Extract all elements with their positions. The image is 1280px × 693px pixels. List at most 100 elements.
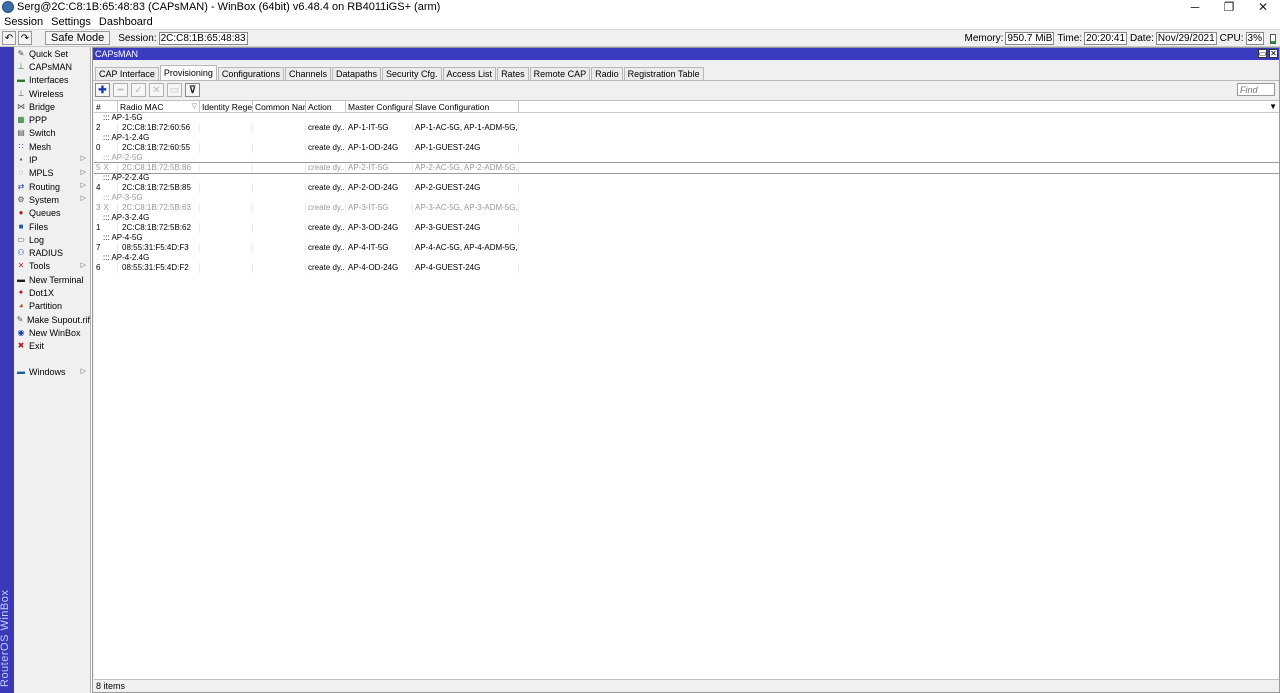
- cell-master-configuration: AP-4-IT-5G: [346, 243, 413, 253]
- menu-settings[interactable]: Settings: [47, 16, 95, 28]
- sidebar-item-files[interactable]: ■ Files: [14, 220, 90, 233]
- cpu-meter-fill: [1271, 40, 1275, 43]
- group-comment-row: ::: AP-3-2.4G: [103, 213, 150, 222]
- menu-dashboard[interactable]: Dashboard: [95, 16, 157, 28]
- item-count: 8 items: [96, 681, 126, 691]
- tab-remote-cap[interactable]: Remote CAP: [529, 67, 591, 80]
- tab-cap-interface[interactable]: CAP Interface: [95, 67, 159, 80]
- sidebar: ✎ Quick Set ⊥ CAPsMAN ▬ Interfaces ⊥ Wireless ⋈ B…: [14, 47, 91, 693]
- sidebar-item-radius[interactable]: ⚇ RADIUS: [14, 246, 90, 259]
- sidebar-item-capsman[interactable]: ⊥ CAPsMAN: [14, 60, 90, 73]
- table-row[interactable]: 3 X 2C:C8:1B:72:5B:63 create dy... AP-3-IT-5…: [94, 203, 1279, 213]
- sidebar-item-mpls[interactable]: ◌ MPLS ▷: [14, 167, 90, 180]
- redo-button[interactable]: ↷: [18, 31, 32, 45]
- row-disabled-flag: X: [103, 203, 109, 212]
- sidebar-item-system[interactable]: ⚙ System ▷: [14, 193, 90, 206]
- safe-mode-button[interactable]: Safe Mode: [45, 31, 111, 45]
- enable-icon[interactable]: ✓: [131, 83, 146, 97]
- sidebar-item-queues[interactable]: ● Queues: [14, 207, 90, 220]
- sidebar-item-exit[interactable]: ✖ Exit: [14, 340, 90, 353]
- sidebar-item-bridge[interactable]: ⋈ Bridge: [14, 100, 90, 113]
- columns-dropdown-icon[interactable]: ▼: [1269, 102, 1277, 111]
- cell-common-name: [253, 203, 306, 213]
- comment-icon[interactable]: ▭: [167, 83, 182, 97]
- sidebar-item-make-supout-rif[interactable]: ✎ Make Supout.rif: [14, 313, 90, 326]
- tab-datapaths[interactable]: Datapaths: [331, 67, 382, 80]
- cell-master-configuration: AP-3-IT-5G: [346, 203, 413, 213]
- sidebar-item-interfaces[interactable]: ▬ Interfaces: [14, 74, 90, 87]
- sidebar-item-dot1x[interactable]: ✦ Dot1X: [14, 286, 90, 299]
- cell-number: 2: [94, 123, 118, 133]
- cell-identity-regexp: [200, 183, 253, 193]
- minimize-button[interactable]: ─: [1178, 0, 1212, 14]
- sidebar-item-ip[interactable]: ▪ IP ▷: [14, 153, 90, 166]
- col-number[interactable]: #: [94, 101, 118, 113]
- cell-radio-mac: 2C:C8:1B:72:60:56: [118, 123, 200, 133]
- system-icon: ⚙: [17, 194, 25, 204]
- sidebar-item-label: CAPsMAN: [29, 61, 73, 72]
- sidebar-item-mesh[interactable]: ∷ Mesh: [14, 140, 90, 153]
- sidebar-item-new-winbox[interactable]: ◉ New WinBox: [14, 326, 90, 339]
- tab-radio[interactable]: Radio: [591, 67, 623, 80]
- sidebar-item-partition[interactable]: ◕ Partition: [14, 300, 90, 313]
- remove-icon[interactable]: ━: [113, 83, 128, 97]
- tab-registration-table[interactable]: Registration Table: [623, 67, 704, 80]
- table-row[interactable]: 4 2C:C8:1B:72:5B:85 create dy... AP-2-OD-24…: [94, 183, 1279, 193]
- cell-action: create dy...: [308, 183, 346, 193]
- session-field[interactable]: 2C:C8:1B:65:48:83: [158, 31, 248, 45]
- table-row[interactable]: 5 X 2C:C8:1B:72:5B:86 create dy... AP-2-IT-5…: [94, 162, 1279, 174]
- sidebar-item-label: IP: [29, 155, 38, 166]
- menu-session[interactable]: Session: [0, 16, 47, 28]
- sidebar-item-tools[interactable]: ✕ Tools ▷: [14, 260, 90, 273]
- tab-channels[interactable]: Channels: [284, 67, 331, 80]
- sidebar-item-routing[interactable]: ⇄ Routing ▷: [14, 180, 90, 193]
- row-number: 1: [96, 223, 101, 232]
- col-common-name[interactable]: Common Nam...: [253, 101, 306, 113]
- panel-close-icon[interactable]: ✕: [1269, 49, 1278, 58]
- add-icon[interactable]: ✚: [95, 83, 110, 97]
- cell-radio-mac: 2C:C8:1B:72:5B:86: [118, 163, 200, 173]
- sidebar-item-wireless[interactable]: ⊥ Wireless: [14, 87, 90, 100]
- sidebar-item-label: Queues: [29, 208, 61, 219]
- col-slave-configuration[interactable]: Slave Configuration: [413, 101, 519, 113]
- quick-set-icon: ✎: [17, 48, 25, 58]
- cell-number: 1: [94, 223, 118, 233]
- tab-access-list[interactable]: Access List: [442, 67, 497, 80]
- filter-icon[interactable]: ⊽: [185, 83, 200, 97]
- restore-button[interactable]: ❐: [1212, 0, 1246, 14]
- tab-rates[interactable]: Rates: [497, 67, 529, 80]
- table-row[interactable]: 7 08:55:31:F5:4D:F3 create dy... AP-4-IT-5G…: [94, 243, 1279, 253]
- close-button[interactable]: ✕: [1246, 0, 1280, 14]
- sidebar-item-log[interactable]: ▭ Log: [14, 233, 90, 246]
- col-action[interactable]: Action: [306, 101, 346, 113]
- find-input[interactable]: [1237, 83, 1275, 96]
- cell-master-configuration: AP-1-OD-24G: [346, 143, 413, 153]
- table-row[interactable]: 2 2C:C8:1B:72:60:56 create dy... AP-1-IT-5G…: [94, 123, 1279, 133]
- sidebar-item-quick-set[interactable]: ✎ Quick Set: [14, 47, 90, 60]
- col-master-configuration[interactable]: Master Configurati...: [346, 101, 413, 113]
- table-row[interactable]: 0 2C:C8:1B:72:60:55 create dy... AP-1-OD-24…: [94, 143, 1279, 153]
- undo-button[interactable]: ↶: [2, 31, 16, 45]
- sidebar-item-windows[interactable]: ▬ Windows ▷: [14, 366, 90, 379]
- cell-number: 7: [94, 243, 118, 253]
- table-row[interactable]: 1 2C:C8:1B:72:5B:62 create dy... AP-3-OD-24…: [94, 223, 1279, 233]
- disable-icon[interactable]: ✕: [149, 83, 164, 97]
- col-radio-mac[interactable]: Radio MAC ▽: [118, 101, 200, 113]
- col-identity-regexp[interactable]: Identity Regexp: [200, 101, 253, 113]
- tab-security-cfg[interactable]: Security Cfg.: [382, 67, 442, 80]
- tab-configurations[interactable]: Configurations: [217, 67, 284, 80]
- sidebar-item-new-terminal[interactable]: ▬ New Terminal: [14, 273, 90, 286]
- cpu-value: 3%: [1245, 32, 1264, 45]
- cell-identity-regexp: [200, 163, 253, 173]
- sidebar-item-label: System: [29, 194, 60, 205]
- tab-provisioning[interactable]: Provisioning: [159, 65, 217, 80]
- sidebar-item-label: Mesh: [29, 141, 52, 152]
- sidebar-item-label: Partition: [29, 301, 63, 312]
- sidebar-item-ppp[interactable]: ▦ PPP: [14, 113, 90, 126]
- sidebar-item-switch[interactable]: ▤ Switch: [14, 127, 90, 140]
- panel-restore-icon[interactable]: ▭: [1258, 49, 1267, 58]
- sidebar-item-label: PPP: [29, 115, 48, 126]
- table-row[interactable]: 6 08:55:31:F5:4D:F2 create dy... AP-4-OD-24…: [94, 263, 1279, 273]
- group-comment-row: ::: AP-1-5G: [103, 113, 143, 122]
